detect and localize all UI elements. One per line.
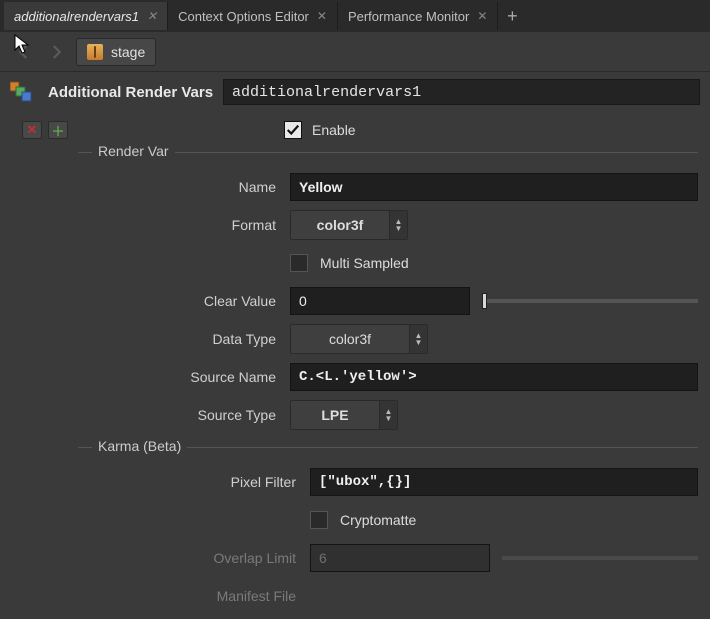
param-pixel-filter: Pixel Filter: [78, 464, 698, 500]
param-label: Source Type: [78, 407, 290, 423]
param-label: Pixel Filter: [78, 474, 310, 490]
group-title: Render Var: [92, 143, 175, 159]
tab-label: Performance Monitor: [348, 9, 469, 24]
data-type-select[interactable]: color3f ▲▼: [290, 324, 428, 354]
close-icon[interactable]: ✕: [317, 9, 327, 23]
param-label: Manifest File: [78, 588, 310, 604]
chevron-updown-icon: ▲▼: [409, 325, 427, 353]
param-format: Format color3f ▲▼: [78, 207, 698, 243]
param-label: Clear Value: [78, 293, 290, 309]
forward-button[interactable]: [44, 41, 68, 63]
param-label: Source Name: [78, 369, 290, 385]
tab-additionalrendervars1[interactable]: additionalrendervars1 ✕: [4, 2, 168, 30]
toolbar: stage: [0, 32, 710, 72]
tab-performance-monitor[interactable]: Performance Monitor ✕: [338, 2, 498, 30]
clear-value-slider[interactable]: [482, 299, 698, 303]
param-source-type: Source Type LPE ▲▼: [78, 397, 698, 433]
param-source-name: Source Name: [78, 359, 698, 395]
overlap-limit-slider: [502, 556, 698, 560]
multi-sampled-checkbox[interactable]: [290, 254, 308, 272]
cryptomatte-checkbox[interactable]: [310, 511, 328, 529]
tab-context-options-editor[interactable]: Context Options Editor ✕: [168, 2, 338, 30]
remove-instance-button[interactable]: ✕: [22, 121, 42, 139]
back-button[interactable]: [12, 41, 36, 63]
path-breadcrumb[interactable]: stage: [76, 38, 156, 66]
chevron-updown-icon: ▲▼: [379, 401, 397, 429]
param-name: Name: [78, 169, 698, 205]
enable-label: Enable: [312, 122, 356, 138]
path-text: stage: [111, 44, 145, 60]
param-multi-sampled: Multi Sampled: [78, 245, 698, 281]
name-input[interactable]: [290, 173, 698, 201]
group-title: Karma (Beta): [92, 438, 187, 454]
select-value: color3f: [291, 331, 409, 347]
tab-label: Context Options Editor: [178, 9, 309, 24]
checkbox-label: Cryptomatte: [340, 512, 416, 528]
source-type-select[interactable]: LPE ▲▼: [290, 400, 398, 430]
group-karma: Karma (Beta) Pixel Filter Cryptomatte Ov…: [78, 447, 698, 614]
param-label: Format: [78, 217, 290, 233]
source-name-input[interactable]: [290, 363, 698, 391]
node-header: Additional Render Vars: [0, 72, 710, 112]
param-overlap-limit: Overlap Limit: [78, 540, 698, 576]
node-type-title: Additional Render Vars: [48, 84, 213, 101]
select-value: LPE: [291, 407, 379, 423]
param-clear-value: Clear Value: [78, 283, 698, 319]
stage-icon: [87, 44, 103, 60]
tab-label: additionalrendervars1: [14, 9, 139, 24]
select-value: color3f: [291, 217, 389, 233]
add-instance-button[interactable]: ＋: [48, 121, 68, 139]
param-manifest-file: Manifest File: [78, 578, 698, 614]
group-render-var: Render Var Name Format color3f ▲▼ Multi …: [78, 152, 698, 433]
close-icon[interactable]: ✕: [477, 9, 487, 23]
checkbox-label: Multi Sampled: [320, 255, 409, 271]
node-name-input[interactable]: [223, 79, 700, 105]
tab-bar: additionalrendervars1 ✕ Context Options …: [0, 0, 710, 32]
param-label: Data Type: [78, 331, 290, 347]
param-label: Name: [78, 179, 290, 195]
format-select[interactable]: color3f ▲▼: [290, 210, 408, 240]
overlap-limit-input: [310, 544, 490, 572]
enable-checkbox[interactable]: [284, 121, 302, 139]
close-icon[interactable]: ✕: [147, 9, 157, 23]
node-type-icon: [10, 80, 38, 104]
add-tab-button[interactable]: +: [498, 6, 526, 27]
pixel-filter-input[interactable]: [310, 468, 698, 496]
param-label: Overlap Limit: [78, 550, 310, 566]
clear-value-input[interactable]: [290, 287, 470, 315]
chevron-updown-icon: ▲▼: [389, 211, 407, 239]
param-cryptomatte: Cryptomatte: [78, 502, 698, 538]
param-data-type: Data Type color3f ▲▼: [78, 321, 698, 357]
